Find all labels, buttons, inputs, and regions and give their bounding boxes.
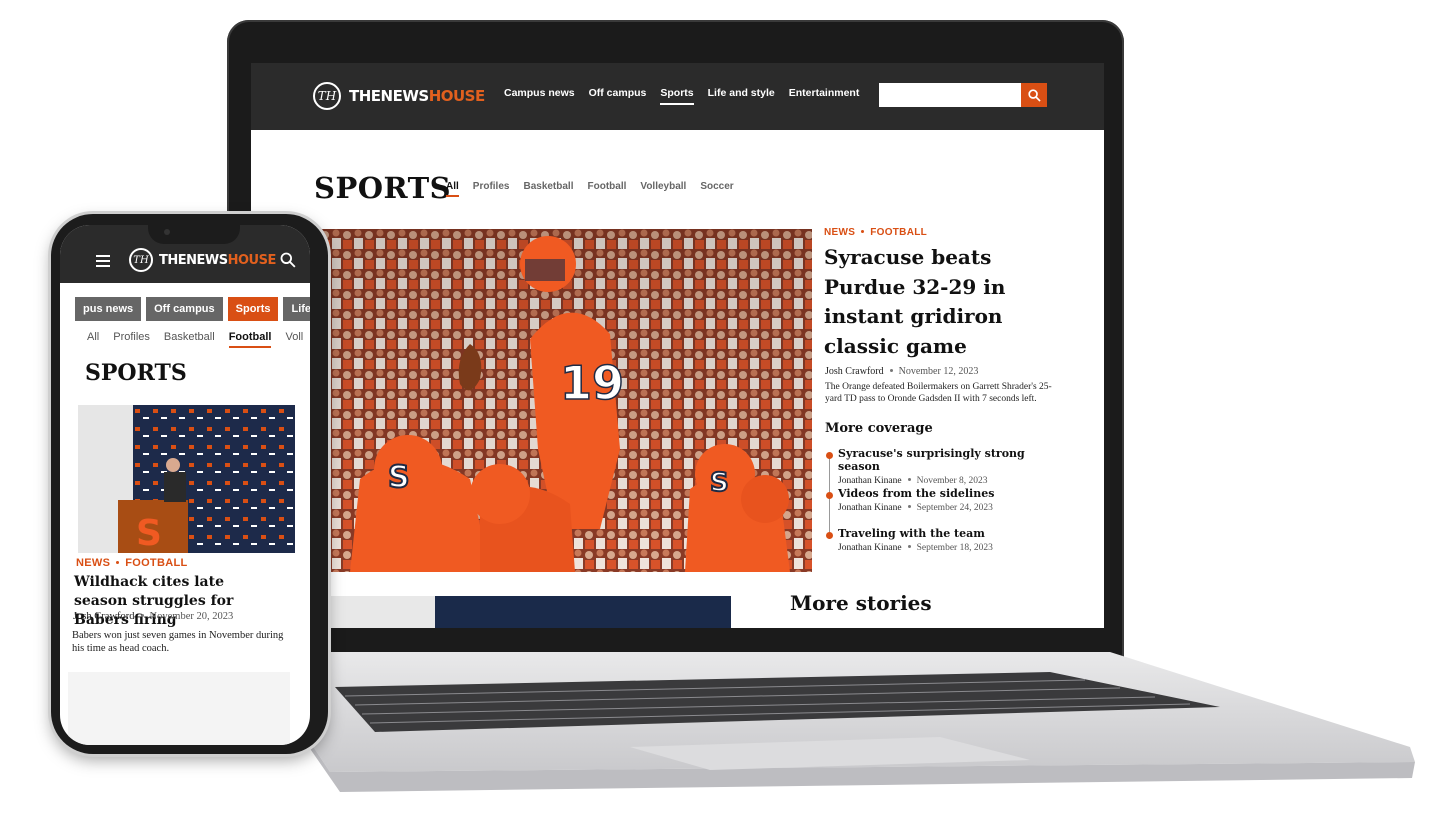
bullet-icon: [826, 452, 833, 459]
lead-kicker: NEWS FOOTBALL: [824, 227, 927, 238]
page-title: SPORTS: [85, 360, 187, 386]
date: November 8, 2023: [916, 476, 988, 486]
logo-word-2: HOUSE: [428, 87, 486, 105]
kicker-football[interactable]: FOOTBALL: [125, 557, 187, 569]
lead-byline: Josh Crawford November 12, 2023: [825, 366, 978, 377]
tab-volleyball[interactable]: Volleyball: [640, 181, 686, 197]
lead-story-image[interactable]: S: [78, 405, 295, 553]
phone-screen: TH THENEWSHOUSE pus news Off campus Spor…: [60, 225, 310, 745]
author[interactable]: Josh Crawford: [825, 366, 884, 377]
laptop-screen: TH THENEWSHOUSE Campus news Off campus S…: [251, 63, 1104, 628]
category-scroller: pus news Off campus Sports Life and s: [75, 297, 310, 321]
category-campus-news[interactable]: pus news: [75, 297, 142, 321]
kicker-football[interactable]: FOOTBALL: [870, 227, 927, 238]
author[interactable]: Jonathan Kinane: [838, 503, 902, 513]
logo-word-1: THENEWS: [349, 87, 429, 105]
nav-campus-news[interactable]: Campus news: [504, 87, 575, 105]
tab-profiles[interactable]: Profiles: [473, 181, 510, 197]
secondary-story-image[interactable]: [320, 596, 731, 628]
svg-text:S: S: [136, 513, 162, 553]
kicker-news[interactable]: NEWS: [76, 557, 110, 569]
coverage-item[interactable]: Syracuse's surprisingly strong season Jo…: [825, 447, 1055, 487]
more-stories-heading: More stories: [790, 591, 932, 615]
tab-basketball[interactable]: Basketball: [164, 331, 215, 348]
date: September 18, 2023: [916, 543, 993, 553]
nav-entertainment[interactable]: Entertainment: [789, 87, 860, 105]
author[interactable]: Josh Crawford: [73, 611, 135, 622]
search-button[interactable]: [280, 252, 296, 273]
section-tabs: All Profiles Basketball Football Voll: [87, 331, 303, 348]
coverage-item[interactable]: Traveling with the team Jonathan Kinane S…: [825, 527, 1055, 567]
lead-summary: The Orange defeated Boilermakers on Garr…: [825, 382, 1052, 404]
tab-soccer[interactable]: Soccer: [700, 181, 733, 197]
author[interactable]: Jonathan Kinane: [838, 543, 902, 553]
tab-volleyball[interactable]: Voll: [285, 331, 303, 348]
category-sports[interactable]: Sports: [227, 297, 279, 321]
bullet-icon: [826, 532, 833, 539]
category-off-campus[interactable]: Off campus: [146, 297, 223, 321]
camera-icon: [164, 229, 170, 235]
phone-notch: [148, 218, 240, 244]
nav-sports[interactable]: Sports: [660, 87, 694, 105]
more-coverage-heading: More coverage: [825, 421, 933, 436]
next-story-image[interactable]: [68, 672, 290, 745]
logo-mark-icon: TH: [313, 82, 341, 110]
hamburger-menu-icon[interactable]: [96, 255, 110, 270]
page-title: SPORTS: [314, 171, 452, 205]
author[interactable]: Jonathan Kinane: [838, 476, 902, 486]
lead-story-image[interactable]: 19 S S: [320, 229, 812, 572]
kicker-news[interactable]: NEWS: [824, 227, 855, 238]
category-life-and-style[interactable]: Life and s: [283, 297, 310, 321]
nav-off-campus[interactable]: Off campus: [589, 87, 647, 105]
lead-summary: Babers won just seven games in November …: [72, 630, 284, 654]
tab-all[interactable]: All: [87, 331, 99, 348]
section-tabs: All Profiles Basketball Football Volleyb…: [446, 181, 734, 197]
site-logo[interactable]: TH THENEWSHOUSE: [313, 82, 485, 110]
date: September 24, 2023: [916, 503, 993, 513]
tab-basketball[interactable]: Basketball: [523, 181, 573, 197]
coverage-title[interactable]: Traveling with the team: [838, 527, 1055, 540]
laptop-keyboard-base: [290, 652, 1420, 802]
lead-byline: Josh Crawford November 20, 2023: [73, 611, 233, 622]
date: November 12, 2023: [898, 366, 979, 377]
date: November 20, 2023: [149, 611, 234, 622]
svg-text:19: 19: [560, 356, 624, 410]
logo-word-2: HOUSE: [227, 252, 277, 268]
tab-football[interactable]: Football: [228, 331, 272, 348]
svg-text:S: S: [710, 468, 729, 498]
search-icon: [280, 252, 296, 268]
coverage-item[interactable]: Videos from the sidelines Jonathan Kinan…: [825, 487, 1055, 527]
tab-football[interactable]: Football: [588, 181, 627, 197]
search-icon: [1027, 88, 1041, 102]
lead-headline[interactable]: Syracuse beats Purdue 32-29 in instant g…: [824, 243, 1039, 361]
lead-kicker: NEWS FOOTBALL: [76, 557, 187, 569]
site-logo[interactable]: TH THENEWSHOUSE: [129, 248, 276, 272]
tab-profiles[interactable]: Profiles: [113, 331, 150, 348]
bullet-icon: [826, 492, 833, 499]
search-input[interactable]: [879, 83, 1021, 107]
more-coverage-list: Syracuse's surprisingly strong season Jo…: [825, 447, 1055, 567]
main-nav: Campus news Off campus Sports Life and s…: [504, 87, 859, 105]
logo-word-1: THENEWS: [159, 252, 228, 268]
search-button[interactable]: [1021, 83, 1047, 107]
coverage-title[interactable]: Syracuse's surprisingly strong season: [838, 447, 1055, 473]
coverage-title[interactable]: Videos from the sidelines: [838, 487, 1055, 500]
tab-all[interactable]: All: [446, 181, 459, 197]
site-header: TH THENEWSHOUSE Campus news Off campus S…: [251, 63, 1104, 130]
svg-text:S: S: [388, 460, 410, 495]
logo-mark-icon: TH: [129, 248, 153, 272]
nav-life-and-style[interactable]: Life and style: [708, 87, 775, 105]
